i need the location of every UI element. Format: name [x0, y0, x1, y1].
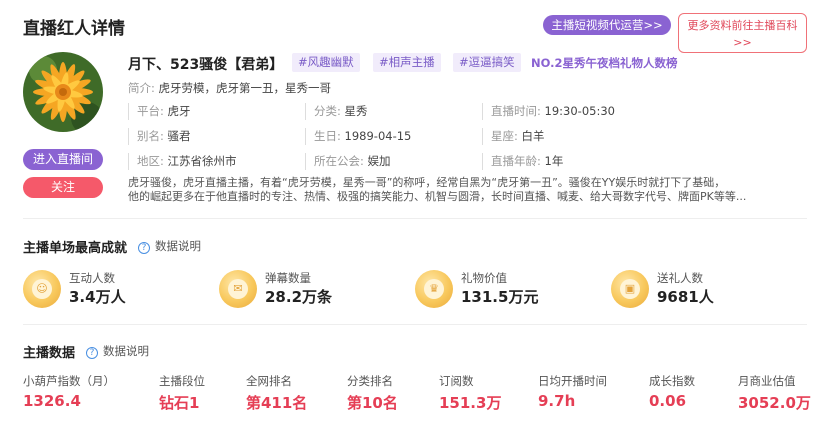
- info-category: 分类: 星秀: [305, 103, 368, 120]
- info-region: 地区: 江苏省徐州市: [128, 153, 237, 170]
- metric-subscribers: 订阅数 151.3万: [439, 374, 502, 412]
- metric-tier: 主播段位 钻石1: [159, 374, 205, 412]
- intro-label: 简介:: [128, 81, 155, 95]
- baike-button[interactable]: 更多资料前往主播百科 >>: [678, 13, 807, 53]
- baike-button-label: 更多资料前往主播百科: [687, 19, 798, 32]
- chat-icon: ✉: [219, 270, 257, 308]
- info-platform: 平台: 虎牙: [128, 103, 191, 120]
- anchor-name: 月下、523骚俊【君弟】: [128, 57, 284, 73]
- avatar: [23, 52, 103, 132]
- user-group-icon: ☺: [23, 270, 61, 308]
- rank-link[interactable]: NO.2星秀午夜档礼物人数榜: [531, 55, 678, 71]
- metric-growth-index: 成长指数 0.06: [649, 374, 695, 410]
- info-alias: 别名: 骚君: [128, 128, 191, 145]
- metric-category-rank: 分类排名 第10名: [347, 374, 398, 412]
- anchor-data-title: 主播数据: [23, 346, 76, 361]
- achievements-title: 主播单场最高成就: [23, 241, 128, 256]
- metric-commercial-value: 月商业估值 3052.0万: [738, 374, 811, 412]
- anchor-data-help[interactable]: ? 数据说明: [86, 343, 149, 359]
- metric-daily-hours: 日均开播时间 9.7h: [538, 374, 607, 410]
- video-service-button[interactable]: 主播短视频代运营>>: [543, 15, 671, 35]
- info-birthday: 生日: 1989-04-15: [305, 128, 411, 145]
- achievements-help[interactable]: ? 数据说明: [138, 238, 201, 254]
- question-icon: ?: [86, 347, 98, 359]
- crown-icon: ♛: [415, 270, 453, 308]
- divider: [23, 324, 807, 325]
- baike-button-arrow: >>: [733, 36, 752, 49]
- gift-icon: ▣: [611, 270, 649, 308]
- intro-value: 虎牙劳模，虎牙第一丑，星秀一哥: [158, 81, 332, 95]
- intro: 简介: 虎牙劳模，虎牙第一丑，星秀一哥: [128, 80, 331, 96]
- divider: [23, 218, 807, 219]
- description: 虎牙骚俊，虎牙直播主播，有着“虎牙劳模，星秀一哥”的称呼，经常自黑为“虎牙第一丑…: [128, 176, 804, 204]
- page-title: 直播红人详情: [23, 19, 125, 39]
- enter-live-room-button[interactable]: 进入直播间: [23, 149, 103, 170]
- info-live-age: 直播年龄: 1年: [482, 153, 563, 170]
- follow-button[interactable]: 关注: [23, 177, 103, 198]
- info-guild: 所在公会: 娱加: [305, 153, 391, 170]
- metric-hulu-index: 小葫芦指数（月） 1326.4: [23, 374, 115, 410]
- tag-humor[interactable]: #风趣幽默: [292, 53, 360, 72]
- description-line: 虎牙骚俊，虎牙直播主播，有着“虎牙劳模，星秀一哥”的称呼，经常自黑为“虎牙第一丑…: [128, 176, 726, 189]
- metric-global-rank: 全网排名 第411名: [246, 374, 308, 412]
- avatar-image: [23, 52, 103, 132]
- info-live-time: 直播时间: 19:30-05:30: [482, 103, 615, 120]
- question-icon: ?: [138, 242, 150, 254]
- tag-crosstalk[interactable]: #相声主播: [373, 53, 441, 72]
- info-zodiac: 星座: 白羊: [482, 128, 545, 145]
- tag-funny[interactable]: #逗逼搞笑: [453, 53, 521, 72]
- description-line: 他的崛起更多在于他直播时的专注、热情、极强的搞笑能力、机智与圆滑，长时间直播、喊…: [128, 190, 747, 203]
